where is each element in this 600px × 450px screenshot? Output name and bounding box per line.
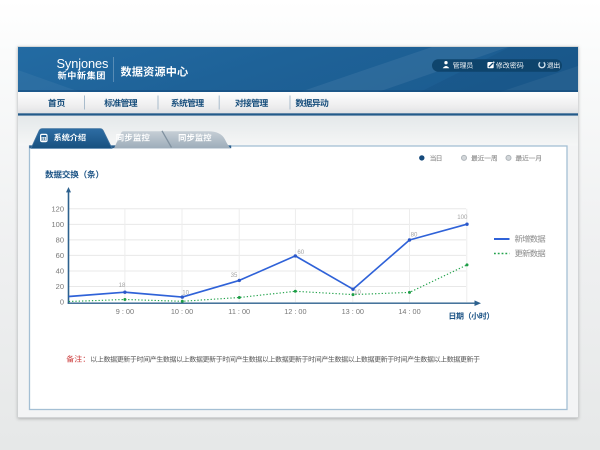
- svg-text:10 : 00: 10 : 00: [171, 307, 193, 316]
- svg-text:60: 60: [297, 249, 304, 256]
- svg-text:80: 80: [411, 231, 418, 238]
- svg-text:13 : 00: 13 : 00: [342, 307, 364, 316]
- svg-text:18: 18: [119, 282, 126, 289]
- svg-text:100: 100: [457, 214, 468, 221]
- svg-text:0: 0: [60, 298, 64, 307]
- svg-text:10: 10: [354, 289, 361, 296]
- svg-text:11 : 00: 11 : 00: [228, 307, 250, 316]
- svg-text:9 : 00: 9 : 00: [116, 307, 134, 316]
- svg-text:20: 20: [56, 282, 64, 291]
- svg-text:100: 100: [51, 220, 64, 229]
- svg-text:120: 120: [51, 204, 64, 213]
- svg-text:80: 80: [56, 236, 64, 245]
- svg-text:40: 40: [56, 267, 64, 276]
- svg-text:12 : 00: 12 : 00: [284, 307, 306, 316]
- svg-text:60: 60: [56, 251, 64, 260]
- svg-text:35: 35: [231, 272, 238, 279]
- svg-text:14 : 00: 14 : 00: [398, 307, 420, 316]
- svg-text:Synjones: Synjones: [57, 56, 109, 71]
- svg-text:10: 10: [182, 289, 189, 296]
